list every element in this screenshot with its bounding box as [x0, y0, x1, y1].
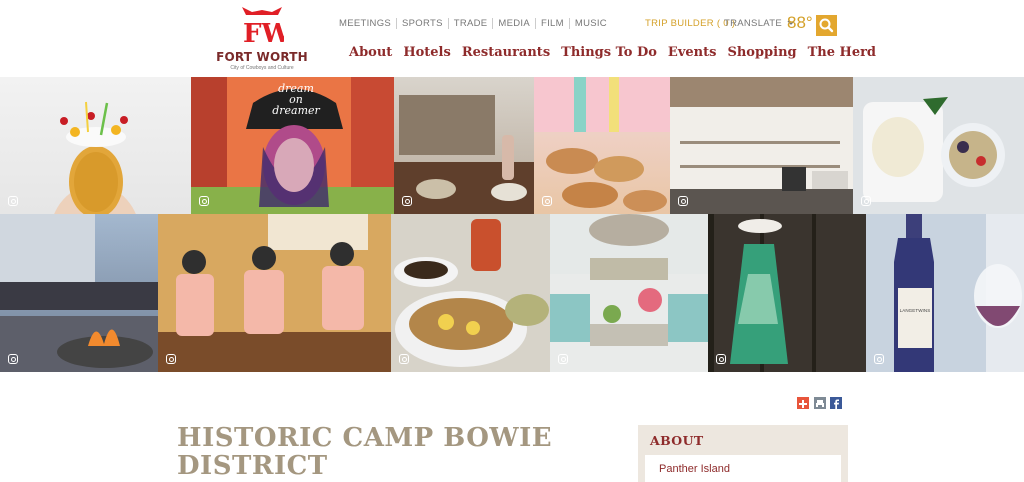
- woman-dress-image: [708, 214, 866, 372]
- svg-text:FW: FW: [243, 19, 284, 47]
- add-button[interactable]: [797, 397, 809, 409]
- food-plate-image: [863, 97, 1005, 202]
- photo-dream-on-dreamer-mural[interactable]: dream on dreamer: [191, 77, 394, 214]
- photo-wine-bottle[interactable]: LANGETWINS: [866, 214, 1024, 372]
- fw-logo-icon: FW: [242, 7, 284, 47]
- magnifier-icon: [819, 18, 834, 33]
- living-room-image: [550, 214, 708, 346]
- mural-lettering: dream on dreamer: [265, 83, 327, 116]
- about-list: Panther Island: [645, 455, 841, 482]
- instagram-icon: [678, 196, 688, 206]
- photo-living-room[interactable]: [550, 214, 708, 372]
- photo-tacos[interactable]: [391, 214, 550, 372]
- nav-restaurants[interactable]: Restaurants: [462, 45, 550, 60]
- instagram-icon: [402, 196, 412, 206]
- topnav-film[interactable]: FILM: [536, 18, 570, 29]
- instagram-icon: [874, 354, 884, 364]
- topnav-music[interactable]: MUSIC: [570, 18, 612, 29]
- instagram-icon: [8, 196, 18, 206]
- translate-dropdown[interactable]: TRANSLATE: [724, 18, 795, 29]
- photo-fire-pit[interactable]: [0, 214, 158, 372]
- instagram-icon: [861, 196, 871, 206]
- wine-bottle-image: [866, 214, 1024, 372]
- main-nav: About Hotels Restaurants Things To Do Ev…: [349, 45, 887, 60]
- about-sidebar: ABOUT Panther Island: [638, 425, 848, 482]
- nav-shopping[interactable]: Shopping: [727, 45, 796, 60]
- photo-woman-dress[interactable]: [708, 214, 866, 372]
- add-icon: [799, 400, 807, 408]
- page-title: HISTORIC CAMP BOWIE DISTRICT: [177, 423, 553, 481]
- photo-restaurant-patio[interactable]: [394, 77, 534, 214]
- trip-builder-link[interactable]: TRIP BUILDER ( 0 ): [645, 18, 735, 29]
- photo-cookies[interactable]: [534, 77, 670, 214]
- patio-image: [394, 95, 534, 214]
- tacos-image: [394, 219, 549, 367]
- facebook-icon: [834, 399, 839, 409]
- cookies-image: [534, 77, 670, 212]
- fire-pit-image: [0, 214, 158, 372]
- nav-things-to-do[interactable]: Things To Do: [561, 45, 657, 60]
- nav-the-herd[interactable]: The Herd: [808, 45, 876, 60]
- photo-pineapple-drink[interactable]: [0, 77, 191, 214]
- topnav-meetings[interactable]: MEETINGS: [339, 18, 398, 29]
- about-item-panther-island[interactable]: Panther Island: [659, 463, 730, 475]
- instagram-icon: [166, 354, 176, 364]
- instagram-icon: [558, 354, 568, 364]
- temperature-readout: 88°: [787, 13, 813, 32]
- nav-events[interactable]: Events: [668, 45, 717, 60]
- site-header: FW FORT WORTH City of Cowboys and Cultur…: [0, 0, 1024, 77]
- mural-word-3: dreamer: [272, 104, 320, 117]
- logo-wordmark: FORT WORTH: [216, 50, 308, 64]
- nav-about[interactable]: About: [349, 45, 392, 60]
- search-button[interactable]: [816, 15, 837, 36]
- photo-coffee-bar[interactable]: [670, 77, 853, 214]
- instagram-icon: [399, 354, 409, 364]
- topnav-media[interactable]: MEDIA: [493, 18, 537, 29]
- photo-food-plate[interactable]: [853, 77, 1024, 214]
- about-heading: ABOUT: [650, 433, 704, 448]
- photo-salon-chairs[interactable]: [158, 214, 391, 372]
- print-icon: [816, 400, 824, 408]
- translate-label: TRANSLATE: [724, 18, 782, 29]
- utility-nav: MEETINGS SPORTS TRADE MEDIA FILM MUSIC: [339, 18, 612, 29]
- instagram-icon: [716, 354, 726, 364]
- instagram-icon: [199, 196, 209, 206]
- topnav-sports[interactable]: SPORTS: [397, 18, 449, 29]
- instagram-icon: [542, 196, 552, 206]
- topnav-trade[interactable]: TRADE: [449, 18, 494, 29]
- coffee-bar-image: [670, 77, 853, 214]
- salon-chairs-image: [158, 214, 391, 372]
- facebook-button[interactable]: [830, 397, 842, 409]
- print-button[interactable]: [814, 397, 826, 409]
- pineapple-drink-image: [54, 101, 136, 214]
- wine-label-text: LANGETWINS: [899, 308, 931, 313]
- nav-hotels[interactable]: Hotels: [403, 45, 451, 60]
- instagram-icon: [8, 354, 18, 364]
- logo-tagline: City of Cowboys and Culture: [230, 65, 294, 71]
- fort-worth-logo[interactable]: FW FORT WORTH City of Cowboys and Cultur…: [212, 5, 312, 71]
